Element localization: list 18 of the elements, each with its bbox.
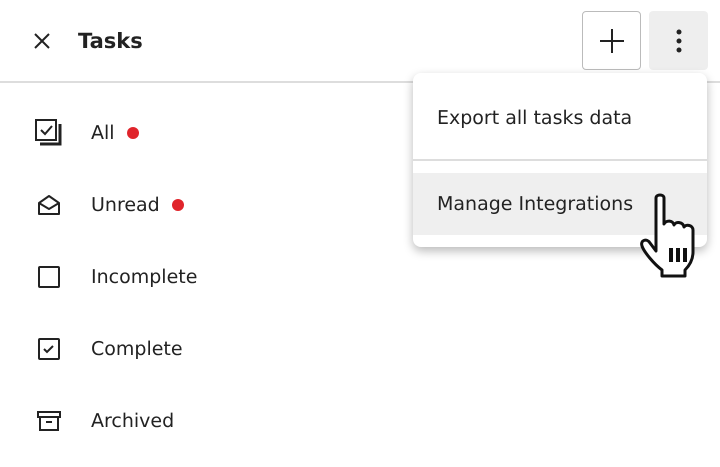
filter-item[interactable]: Unread — [91, 194, 160, 216]
menu-item[interactable]: Export all tasks data — [413, 87, 707, 149]
filter-item[interactable]: Archived — [91, 410, 174, 432]
filter-item[interactable]: Complete — [91, 338, 183, 360]
checkbox-icon — [37, 337, 61, 361]
close-button[interactable] — [32, 30, 52, 50]
plus-icon — [598, 28, 624, 54]
page-title: Tasks — [78, 28, 144, 52]
square-icon — [37, 265, 61, 289]
envelope-icon — [37, 194, 61, 216]
menu-item[interactable]: Manage Integrations — [413, 173, 707, 235]
more-vertical-icon — [676, 28, 682, 52]
close-icon — [32, 30, 52, 50]
stacked-checkbox-icon — [34, 118, 64, 148]
add-button[interactable] — [582, 11, 641, 70]
filter-item[interactable]: Incomplete — [91, 266, 198, 288]
archive-box-icon — [36, 410, 62, 432]
filter-item[interactable]: All — [91, 122, 115, 144]
